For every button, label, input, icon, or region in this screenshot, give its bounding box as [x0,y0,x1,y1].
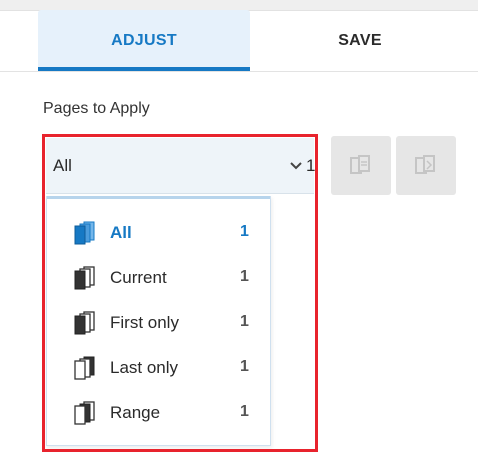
dropdown-item-count: 1 [240,223,249,240]
apply-pages-alt-button[interactable] [396,136,456,195]
pages-swap-icon [415,154,435,174]
select-value: All [53,156,72,175]
tab-bar: ADJUST SAVE [0,10,478,72]
dropdown-item-current[interactable]: Current 1 [47,255,270,300]
pages-select[interactable]: All 1 [46,138,316,194]
tab-adjust[interactable]: ADJUST [38,10,250,71]
dropdown-item-label: Range [110,403,161,422]
dropdown-item-label: First only [110,313,179,332]
active-tab-indicator [38,67,250,71]
dropdown-item-last-only[interactable]: Last only 1 [47,345,270,390]
apply-pages-button[interactable] [331,136,391,195]
dropdown-top-border [47,196,270,199]
pages-first-icon [74,311,95,335]
pages-dropdown-menu: All 1 Current 1 First only 1 Last only 1 [46,196,271,446]
dropdown-item-label: All [110,223,132,242]
dropdown-item-label: Last only [110,358,179,377]
pages-last-icon [74,356,95,380]
dropdown-item-count: 1 [240,358,249,375]
dropdown-item-count: 1 [240,403,249,420]
dropdown-item-label: Current [110,268,167,287]
dropdown-item-range[interactable]: Range 1 [47,390,270,435]
tab-save-label: SAVE [338,31,382,49]
dropdown-item-first-only[interactable]: First only 1 [47,300,270,345]
pages-range-icon [74,401,95,425]
chevron-down-icon [290,162,302,170]
pages-to-apply-label: Pages to Apply [43,100,150,117]
select-count: 1 [306,156,316,175]
pages-apply-icon [350,154,370,174]
dropdown-item-all[interactable]: All 1 [47,210,270,255]
tab-adjust-label: ADJUST [111,31,177,49]
dropdown-item-count: 1 [240,268,249,285]
dropdown-item-count: 1 [240,313,249,330]
pages-current-icon [74,266,95,290]
pages-all-icon [74,221,95,245]
tab-save[interactable]: SAVE [250,10,470,71]
